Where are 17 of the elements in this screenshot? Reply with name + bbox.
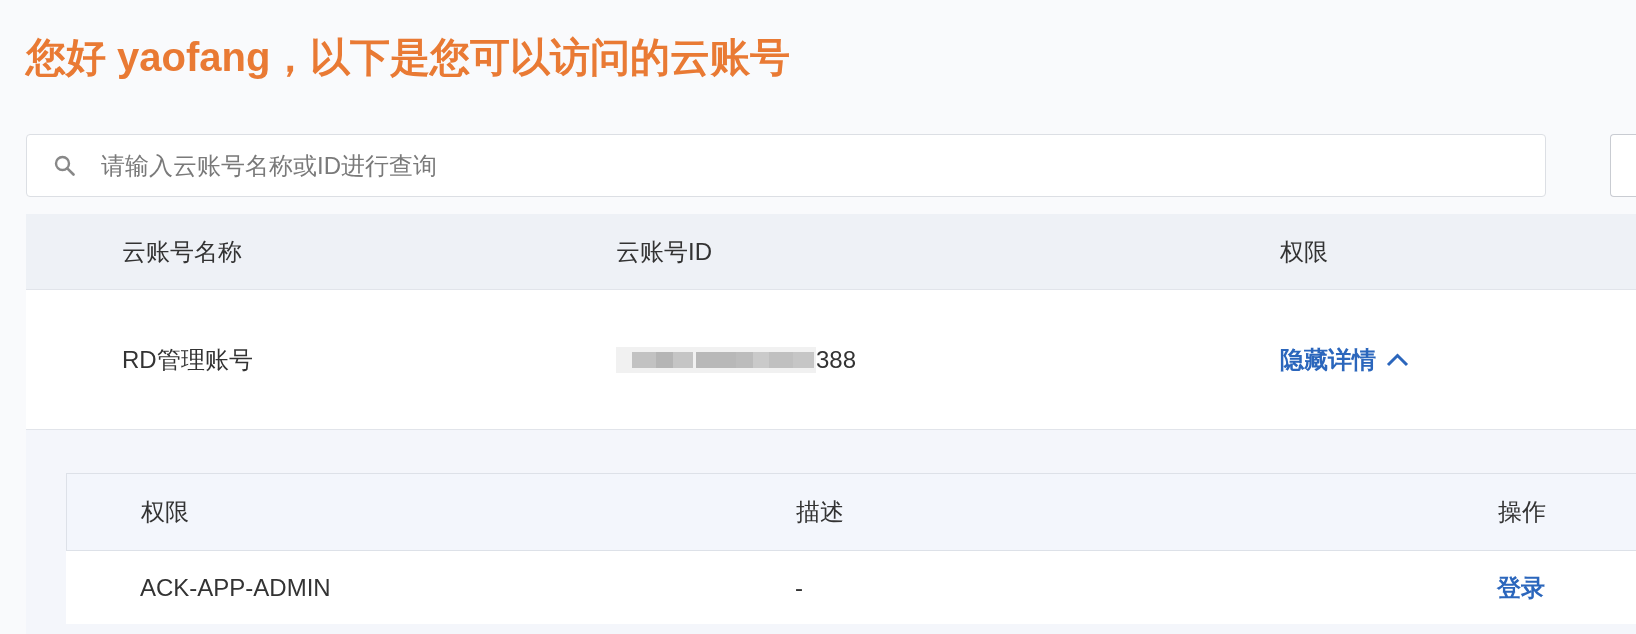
description-text: -	[795, 572, 803, 603]
column-header: 云账号名称	[122, 236, 242, 267]
hide-details-link[interactable]: 隐藏详情	[1280, 344, 1409, 375]
column-header: 权限	[1280, 236, 1328, 267]
column-header: 权限	[141, 497, 189, 527]
account-name: RD管理账号	[122, 344, 253, 375]
cut-off-button[interactable]	[1610, 134, 1636, 197]
login-link[interactable]: 登录	[1497, 572, 1545, 603]
column-header: 描述	[796, 497, 844, 527]
column-header: 云账号ID	[616, 236, 712, 267]
chevron-up-icon	[1386, 352, 1409, 367]
column-header: 操作	[1498, 497, 1546, 527]
search-field[interactable]: 请输入云账号名称或ID进行查询	[26, 134, 1546, 197]
permission-name: ACK-APP-ADMIN	[140, 572, 331, 603]
search-icon	[54, 155, 75, 176]
account-id: 388	[816, 344, 857, 375]
greeting-title: 您好 yaofang，以下是您可以访问的云账号	[26, 34, 791, 81]
